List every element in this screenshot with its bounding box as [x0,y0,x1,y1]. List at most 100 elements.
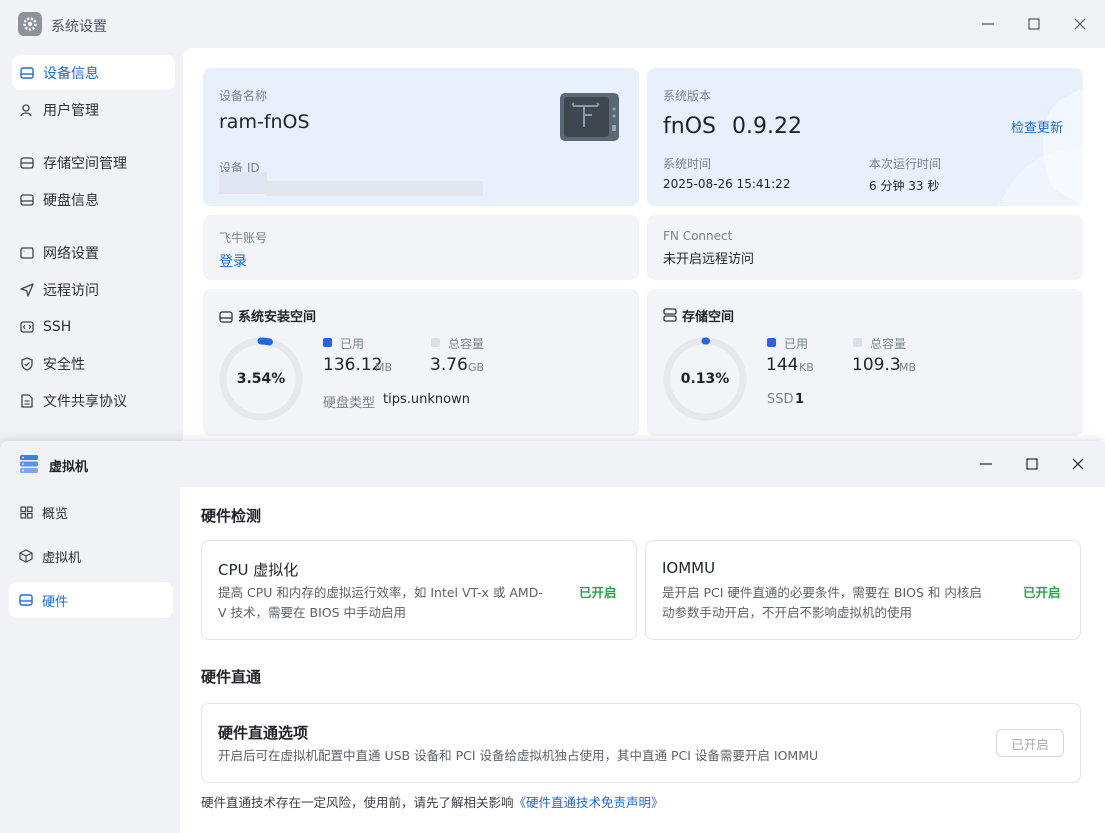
terminal-icon [20,320,34,334]
sidebar-item-label: 硬盘信息 [43,192,99,209]
sidebar-item-label: 远程访问 [43,282,99,299]
sidebar-item-label: 用户管理 [43,102,99,119]
sidebar-item-vms[interactable]: 虚拟机 [9,538,173,574]
sidebar-item-file-sharing[interactable]: 文件共享协议 [12,383,175,418]
cpu-card-desc-line1: 提高 CPU 和内存的虚拟运行效率，如 Intel VT-x 或 AMD- [218,585,543,600]
total-label: 总容量 [448,337,485,351]
fn-connect-card: FN Connect 未开启远程访问 [647,215,1083,280]
device-info-card: 设备名称 ram-fnOS 设备 ID [203,68,639,206]
iommu-status-badge: 已开启 [1023,585,1061,600]
drive-icon [20,66,34,80]
settings-gear-icon [18,12,42,36]
minimize-button[interactable] [976,12,1000,36]
sidebar-item-hardware[interactable]: 硬件 [9,582,173,618]
system-version-label: 系统版本 [663,89,712,103]
vm-titlebar: 虚拟机 [0,441,1105,487]
fn-connect-label: FN Connect [663,229,733,243]
maximize-button[interactable] [1022,12,1046,36]
fn-connect-status: 未开启远程访问 [663,252,755,267]
iommu-card-desc-line2: 动参数手动开启，不开启不影响虚拟机的使用 [662,605,913,620]
close-icon [1074,18,1086,30]
storage-icon [20,156,34,170]
drive-icon [19,593,33,607]
passthrough-risk-note: 硬件直通技术存在一定风险，使用前，请先了解相关影响《硬件直通技术免责声明》 [201,792,664,811]
system-version-card: 系统版本 fnOS 0.9.22 检查更新 系统时间 2025-08-26 15… [647,68,1083,206]
send-icon [20,282,34,297]
total-unit: MB [899,361,917,374]
account-label: 飞牛账号 [219,231,268,245]
sidebar-item-security[interactable]: 安全性 [12,346,175,381]
settings-titlebar: 系统设置 [0,0,1105,48]
used-legend-swatch [767,338,776,347]
storage-space-card: 存储空间 0.13% 已用 144 KB 总容量 109.3 MB SSD 1 [647,289,1083,436]
cube-icon [19,549,33,563]
os-version: 0.9.22 [732,114,802,139]
document-icon [20,393,34,408]
sidebar-item-users[interactable]: 用户管理 [12,92,175,127]
sidebar-item-label: 概览 [42,506,69,522]
disclaimer-link[interactable]: 《硬件直通技术免责声明》 [514,795,664,810]
sidebar-item-remote-access[interactable]: 远程访问 [12,272,175,307]
sidebar-item-storage[interactable]: 存储空间管理 [12,145,175,180]
install-space-title: 系统安装空间 [238,310,317,325]
network-icon [20,246,34,260]
check-update-link[interactable]: 检查更新 [1011,117,1063,136]
disk-type-label: 硬盘类型 [323,396,376,411]
settings-window-title: 系统设置 [51,19,107,35]
used-label: 已用 [340,337,365,351]
used-legend-swatch [323,338,332,347]
used-unit: MB [375,361,393,374]
vm-server-icon [19,454,39,474]
minimize-icon [980,463,992,465]
system-time-label: 系统时间 [663,157,712,171]
close-button[interactable] [1068,12,1092,36]
install-space-percent: 3.54% [236,371,286,387]
ssd-label: SSD [767,392,794,407]
maximize-icon [1028,18,1040,30]
iommu-card: IOMMU 是开启 PCI 硬件直通的必要条件，需要在 BIOS 和 内核启 动… [645,540,1081,640]
vm-sidebar: 概览 虚拟机 硬件 [0,487,180,833]
used-unit: KB [799,361,814,374]
sidebar-item-disks[interactable]: 硬盘信息 [12,182,175,217]
sidebar-item-label: 网络设置 [43,245,99,262]
passthrough-enabled-button[interactable]: 已开启 [996,729,1064,757]
used-value: 136.12 [323,355,383,375]
minimize-button[interactable] [974,452,998,476]
sidebar-item-network[interactable]: 网络设置 [12,235,175,270]
cpu-virtualization-card: CPU 虚拟化 提高 CPU 和内存的虚拟运行效率，如 Intel VT-x 或… [201,540,637,640]
ssd-count: 1 [795,392,805,407]
disk-type: tips.unknown [383,392,470,407]
device-id-redacted [265,181,483,196]
maximize-icon [1026,458,1038,470]
total-legend-swatch [853,338,862,347]
storage-space-title: 存储空间 [682,310,735,325]
shield-icon [20,356,34,371]
maximize-button[interactable] [1020,452,1044,476]
device-id-redacted [219,172,267,194]
sidebar-item-label: 虚拟机 [42,550,82,566]
close-button[interactable] [1066,452,1090,476]
sidebar-item-ssh[interactable]: SSH [12,309,175,344]
sidebar-item-label: 存储空间管理 [43,155,127,172]
sidebar-item-device-info[interactable]: 设备信息 [12,55,175,90]
sidebar-item-label: 设备信息 [43,65,99,82]
login-link[interactable]: 登录 [219,251,247,271]
minimize-icon [982,23,994,25]
device-name-label: 设备名称 [219,89,268,103]
storage-icon [663,307,677,326]
drive-icon [219,308,233,327]
cpu-status-badge: 已开启 [579,585,617,600]
cpu-card-title: CPU 虚拟化 [218,561,299,579]
passthrough-option-desc: 开启后可在虚拟机配置中直通 USB 设备和 PCI 设备给虚拟机独占使用，其中直… [218,748,819,763]
iommu-card-desc-line1: 是开启 PCI 硬件直通的必要条件，需要在 BIOS 和 内核启 [662,585,982,600]
sidebar-item-overview[interactable]: 概览 [9,494,173,530]
user-icon [20,103,34,117]
total-value: 3.76 [430,355,468,375]
device-name: ram-fnOS [219,111,310,133]
storage-space-percent: 0.13% [680,371,730,387]
passthrough-title: 硬件直通 [201,668,262,686]
grid-icon [19,505,33,519]
total-legend-swatch [431,338,440,347]
vm-window-title: 虚拟机 [49,460,89,475]
disk-icon [20,193,34,207]
